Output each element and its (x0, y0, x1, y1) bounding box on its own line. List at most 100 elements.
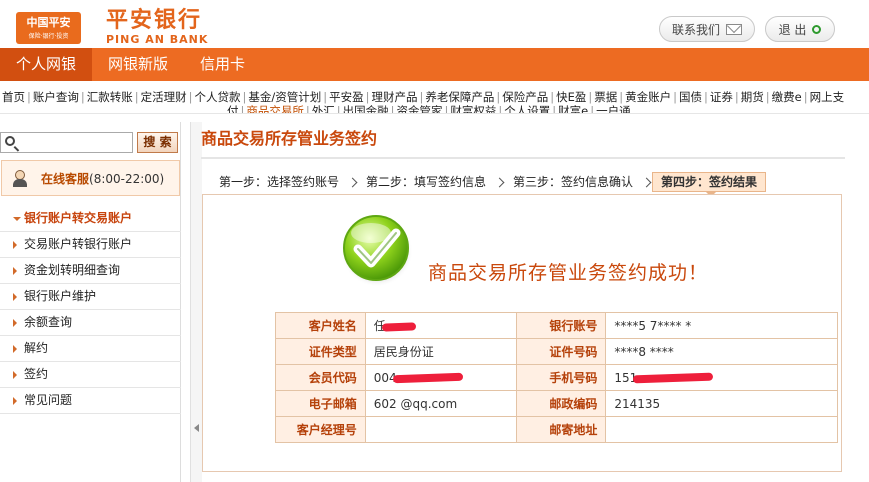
sidebar-item-label: 银行账户维护 (24, 289, 97, 303)
online-service-label: 在线客服(8:00-22:00) (41, 171, 165, 186)
sidebar-item[interactable]: 签约 (0, 362, 181, 388)
service-hours: (8:00-22:00) (89, 171, 165, 186)
label-customer-name: 客户姓名 (275, 312, 366, 339)
sub-nav-item[interactable]: 票据 (594, 90, 617, 104)
sub-nav-item[interactable]: 一户通 (596, 104, 631, 113)
nav-separator: | (390, 104, 395, 114)
sidebar-item-label: 签约 (24, 367, 49, 381)
label-member-code: 会员代码 (275, 364, 366, 391)
table-row: 客户经理号 邮寄地址 (275, 416, 838, 443)
sidebar-item[interactable]: 银行账户转交易账户 (0, 206, 181, 232)
sub-nav-item[interactable]: 定活理财 (141, 90, 187, 104)
page-title: 商品交易所存管业务签约 (201, 129, 378, 148)
result-panel: 商品交易所存管业务签约成功！ 客户姓名 任 银行账号 ****5 7**** *… (202, 194, 842, 472)
redaction-mark (633, 372, 714, 384)
redaction-mark (392, 372, 463, 384)
sidebar-item[interactable]: 余额查询 (0, 310, 181, 336)
sub-nav-item[interactable]: 国债 (679, 90, 702, 104)
sidebar-collapse-splitter[interactable] (190, 122, 202, 482)
value-id-type: 居民身份证 (364, 338, 517, 365)
nav-separator: | (336, 104, 341, 114)
sub-nav-item[interactable]: 快E盈 (556, 90, 586, 104)
sub-nav-item[interactable]: 平安盈 (329, 90, 364, 104)
sidebar-item[interactable]: 银行账户维护 (0, 284, 181, 310)
sub-nav-item[interactable]: 期货 (741, 90, 764, 104)
nav-separator: | (619, 90, 624, 104)
mail-icon (726, 23, 742, 35)
sub-nav-item[interactable]: 账户查询 (33, 90, 79, 104)
value-email: 602 @qq.com (364, 390, 517, 417)
contact-us-button[interactable]: 联系我们 (659, 16, 755, 42)
tab-personal-banking[interactable]: 个人网银 (0, 48, 93, 81)
nav-separator: | (188, 90, 193, 104)
tab-new-version[interactable]: 网银新版 (92, 48, 184, 81)
search-input[interactable] (21, 134, 131, 151)
online-service[interactable]: 在线客服(8:00-22:00) (1, 160, 180, 196)
sidebar-item-label: 资金划转明细查询 (24, 263, 121, 277)
caret-right-icon (13, 293, 17, 301)
brand-name-en: PING AN BANK (106, 33, 209, 46)
sub-nav-item[interactable]: 资金管家 (397, 104, 443, 113)
caret-right-icon (13, 397, 17, 405)
contract-info-table: 客户姓名 任 银行账号 ****5 7**** * 证件类型 居民身份证 证件号… (275, 312, 838, 443)
sidebar-item-label: 常见问题 (24, 393, 73, 407)
sub-nav-item[interactable]: 网上支 (810, 90, 845, 104)
sub-nav-item[interactable]: 汇款转账 (87, 90, 133, 104)
sidebar-item[interactable]: 交易账户转银行账户 (0, 232, 181, 258)
caret-right-icon (13, 345, 17, 353)
pingan-group-logo[interactable]: 中国平安 保险·银行·投资 (16, 12, 81, 44)
logout-button[interactable]: 退 出 (765, 16, 835, 42)
sub-nav-item[interactable]: 外汇 (312, 104, 335, 113)
sub-nav-item[interactable]: 个人设置 (504, 104, 550, 113)
sub-nav-item[interactable]: 养老保障产品 (425, 90, 494, 104)
nav-separator: | (673, 90, 678, 104)
label-bank-account: 银行账号 (515, 312, 607, 339)
brand-name-cn: 平安银行 (106, 8, 203, 33)
value-bank-account: ****5 7**** * (605, 312, 838, 339)
value-account-manager-number (364, 416, 517, 443)
label-id-type: 证件类型 (275, 338, 366, 365)
label-id-number: 证件号码 (515, 338, 607, 365)
sub-nav-item[interactable]: 黄金账户 (625, 90, 671, 104)
sub-nav-item[interactable]: 证券 (710, 90, 733, 104)
value-mailing-address (605, 416, 838, 443)
sub-nav-item[interactable]: 财富e (558, 104, 588, 113)
sidebar-item[interactable]: 解约 (0, 336, 181, 362)
header: 中国平安 保险·银行·投资 平安银行 PING AN BANK 联系我们 退 出 (0, 0, 869, 48)
search-icon (5, 136, 15, 146)
sidebar-item-label: 交易账户转银行账户 (24, 237, 133, 251)
sub-nav-item[interactable]: 基金/资管计划 (248, 90, 321, 104)
success-message: 商品交易所存管业务签约成功！ (428, 262, 709, 284)
nav-separator: | (365, 90, 370, 104)
caret-down-icon (13, 217, 21, 221)
sub-nav-item[interactable]: 首页 (2, 90, 25, 104)
sub-nav: 首页 | 账户查询 | 汇款转账 | 定活理财 | 个人贷款 | 基金/资管计划 | 平安盈 | 理财产品 |… (0, 81, 869, 114)
sub-nav-item[interactable]: 付 (227, 104, 239, 113)
sub-nav-item[interactable]: 理财产品 (372, 90, 418, 104)
chevron-right-icon (347, 177, 358, 187)
step-1: 第一步：选择签约账号 (219, 175, 340, 189)
redaction-mark (381, 321, 416, 332)
table-row: 客户姓名 任 银行账号 ****5 7**** * (275, 312, 838, 339)
sub-nav-item[interactable]: 个人贷款 (195, 90, 241, 104)
sidebar-item-label: 银行账户转交易账户 (24, 211, 133, 225)
search-button[interactable]: 搜 索 (137, 132, 178, 153)
sub-nav-item[interactable]: 商品交易所 (246, 104, 304, 113)
nav-separator: | (734, 90, 739, 104)
tab-credit-card[interactable]: 信用卡 (184, 48, 261, 81)
sub-nav-item[interactable]: 保险产品 (502, 90, 548, 104)
nav-separator: | (765, 90, 770, 104)
collapse-arrow-icon[interactable] (194, 424, 199, 432)
logo-text: 中国平安 (26, 16, 71, 29)
sidebar-item[interactable]: 常见问题 (0, 388, 181, 414)
sidebar-item[interactable]: 资金划转明细查询 (0, 258, 181, 284)
customer-service-agent-icon (12, 169, 28, 187)
nav-separator: | (550, 90, 555, 104)
sub-nav-item[interactable]: 缴费e (772, 90, 802, 104)
sub-nav-item[interactable]: 财富权益 (450, 104, 496, 113)
nav-separator: | (305, 104, 310, 114)
step-3: 第三步：签约信息确认 (513, 175, 634, 189)
sub-nav-item[interactable]: 出国金融 (343, 104, 389, 113)
power-icon (812, 24, 822, 34)
chevron-right-icon (494, 177, 505, 187)
